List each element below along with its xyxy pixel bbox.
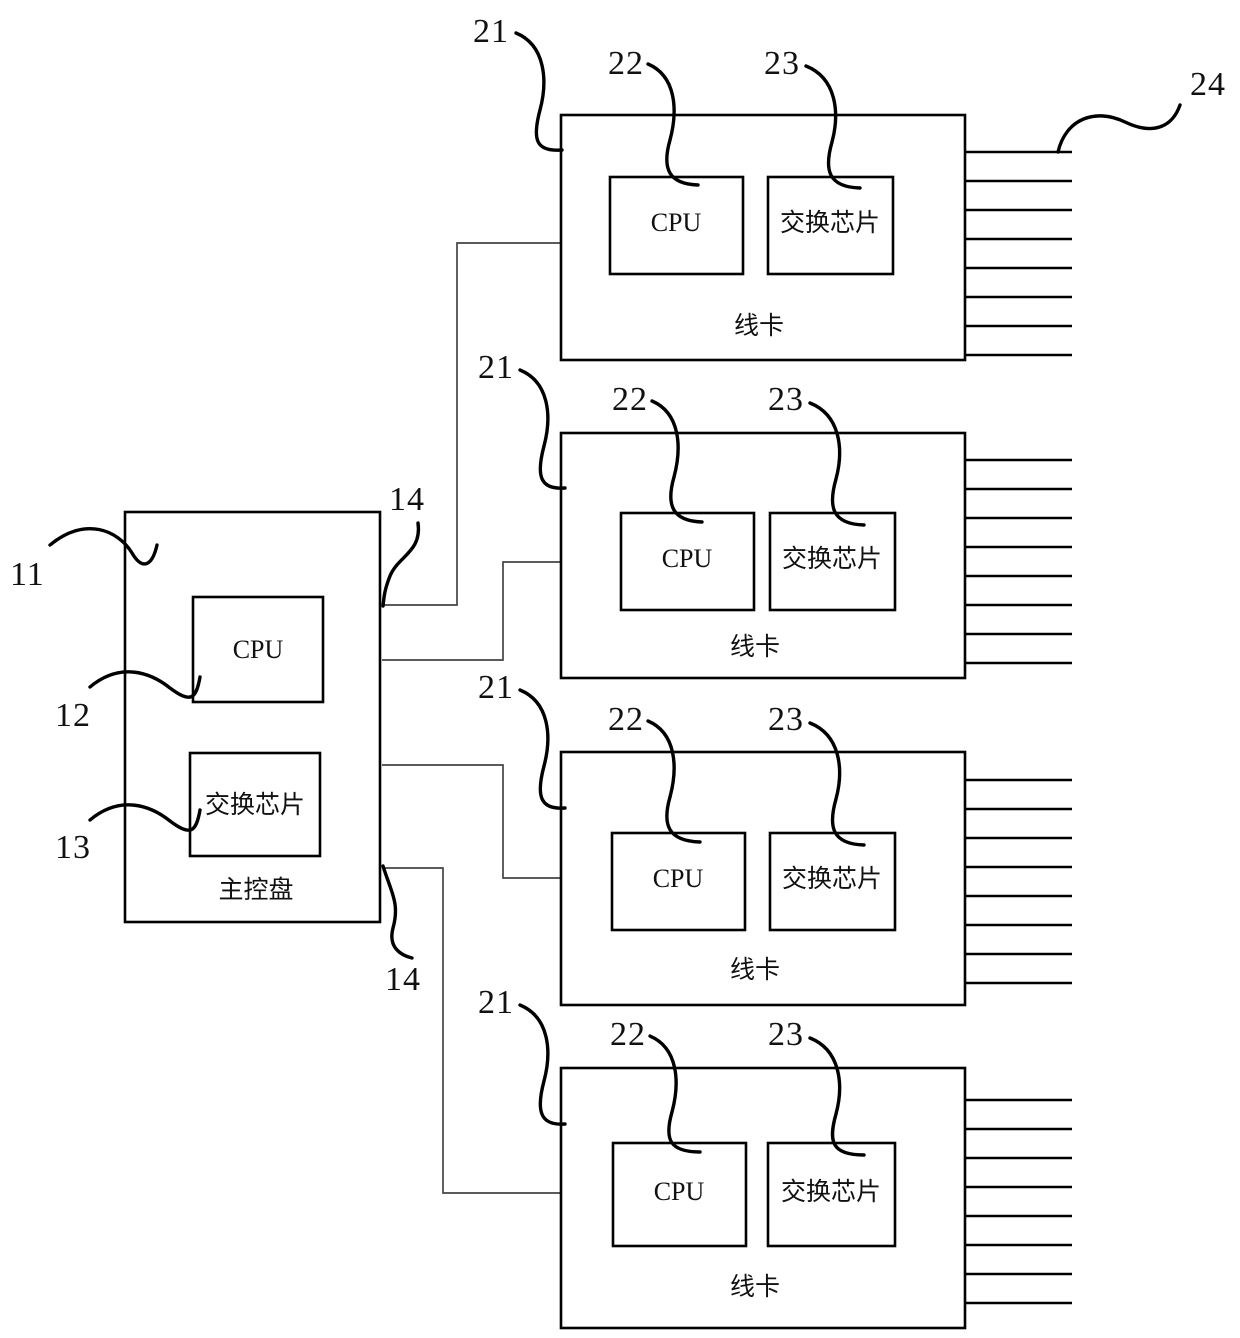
- ref-number-22-card-4: 22: [610, 1016, 646, 1053]
- ref-number-13: 13: [55, 829, 91, 866]
- main-board-switch-chip-label: 交换芯片: [205, 790, 305, 819]
- line-card-3-switch-chip[interactable]: 交换芯片: [768, 831, 897, 932]
- main-board-cpu-label: CPU: [233, 635, 284, 664]
- ref-number-21-card-3: 21: [478, 669, 514, 706]
- ref-number-12: 12: [55, 697, 91, 734]
- leader-line-21-card-3: [518, 688, 567, 810]
- main-control-board-outline: [123, 510, 382, 924]
- line-card-2-label: 线卡: [730, 632, 780, 661]
- main-board-cpu[interactable]: CPU: [191, 595, 325, 704]
- line-card-2-ports: [965, 458, 1072, 665]
- leader-line-21-card-4: [518, 1003, 567, 1126]
- bus-main-to-card-4: [382, 867, 561, 1194]
- ref-number-23-card-4: 23: [768, 1016, 804, 1053]
- ref-number-22-card-1: 22: [608, 45, 644, 82]
- main-control-board[interactable]: CPU 交换芯片 主控盘: [123, 510, 382, 924]
- line-card-2-switch-chip-label: 交换芯片: [782, 544, 882, 573]
- leader-line-21-card-1: [514, 31, 564, 152]
- ref-number-23-card-2: 23: [768, 381, 804, 418]
- line-card-3[interactable]: CPU 交换芯片 线卡: [559, 750, 1072, 1007]
- ref-callout-21-card2: 21: [478, 349, 567, 490]
- main-board-switch-chip[interactable]: 交换芯片: [188, 751, 322, 858]
- patent-figure-canvas: CPU 交换芯片 主控盘 CPU 交换芯片 线卡 CPU 交换芯片 线卡 CPU…: [0, 0, 1240, 1338]
- ref-callout-14-top: 14: [381, 481, 425, 608]
- main-control-board-label: 主控盘: [218, 875, 293, 904]
- ref-callout-14-bottom: 14: [381, 864, 421, 998]
- line-card-3-ports: [965, 778, 1072, 985]
- line-card-4-ports: [965, 1098, 1072, 1305]
- line-card-1-label: 线卡: [734, 311, 784, 340]
- ref-callout-21-card1: 21: [473, 13, 564, 152]
- line-card-2-cpu-label: CPU: [662, 544, 713, 573]
- line-card-1-cpu-label: CPU: [651, 208, 702, 237]
- ref-number-23-card-1: 23: [764, 45, 800, 82]
- line-card-3-label: 线卡: [730, 955, 780, 984]
- line-card-4-switch-chip-label: 交换芯片: [781, 1177, 881, 1206]
- ref-number-23-card-3: 23: [768, 701, 804, 738]
- ref-number-22-card-3: 22: [608, 701, 644, 738]
- line-card-4-label: 线卡: [730, 1272, 780, 1301]
- leader-line-21-card-2: [518, 368, 567, 490]
- ref-number-11: 11: [10, 556, 45, 593]
- bus-main-to-card-2: [382, 561, 561, 661]
- line-card-3-switch-chip-label: 交换芯片: [782, 864, 882, 893]
- line-card-1-switch-chip[interactable]: 交换芯片: [766, 175, 895, 276]
- architecture-diagram: CPU 交换芯片 主控盘 CPU 交换芯片 线卡 CPU 交换芯片 线卡 CPU…: [10, 13, 1226, 1330]
- line-card-1-cpu[interactable]: CPU: [608, 175, 745, 276]
- ref-number-22-card-2: 22: [612, 381, 648, 418]
- line-card-2-cpu[interactable]: CPU: [619, 511, 756, 612]
- line-card-2-switch-chip[interactable]: 交换芯片: [768, 511, 897, 612]
- line-card-2[interactable]: CPU 交换芯片 线卡: [559, 431, 1072, 680]
- line-card-1-ports: [965, 150, 1072, 357]
- ref-number-21-card-1: 21: [473, 13, 509, 50]
- ref-number-24-card-1: 24: [1190, 66, 1226, 103]
- interconnect-bus-group: [382, 242, 561, 1194]
- ref-number-14-bottom: 14: [385, 961, 421, 998]
- ref-callout-21-card4: 21: [478, 984, 567, 1126]
- ref-number-21-card-4: 21: [478, 984, 514, 1021]
- leader-line-14-bottom: [381, 864, 414, 960]
- line-card-3-cpu[interactable]: CPU: [610, 831, 747, 932]
- ref-callout-21-card3: 21: [478, 669, 567, 810]
- leader-line-14-top: [381, 521, 421, 608]
- ref-callout-24-card1: 24: [1056, 66, 1226, 154]
- line-card-4-cpu-label: CPU: [654, 1177, 705, 1206]
- line-card-4-cpu[interactable]: CPU: [611, 1141, 748, 1248]
- line-card-1-switch-chip-label: 交换芯片: [780, 208, 880, 237]
- leader-line-24-card-1: [1056, 103, 1182, 154]
- line-card-1[interactable]: CPU 交换芯片 线卡: [559, 113, 1072, 362]
- line-card-4[interactable]: CPU 交换芯片 线卡: [559, 1066, 1072, 1330]
- line-card-3-cpu-label: CPU: [653, 864, 704, 893]
- ref-number-14-top: 14: [389, 481, 425, 518]
- ref-number-21-card-2: 21: [478, 349, 514, 386]
- bus-main-to-card-3: [382, 764, 561, 879]
- line-card-4-switch-chip[interactable]: 交换芯片: [766, 1141, 897, 1248]
